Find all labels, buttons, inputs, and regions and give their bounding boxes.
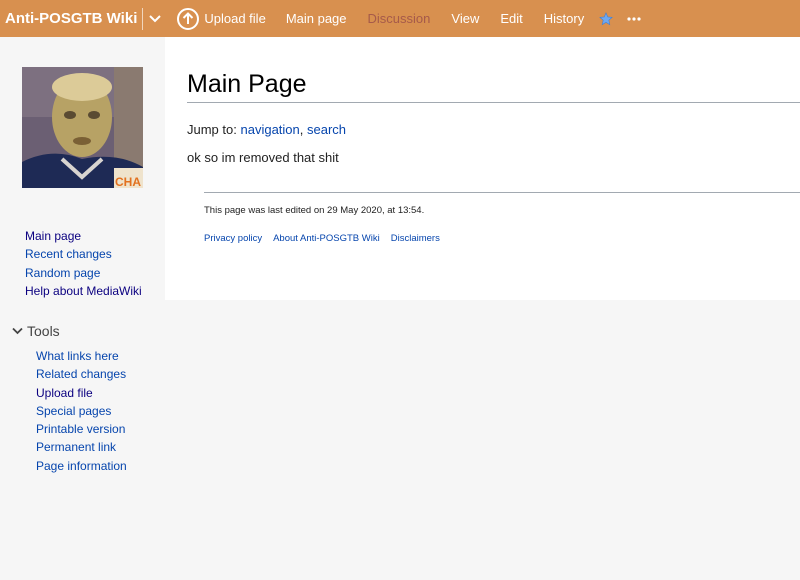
footer-links: Privacy policy About Anti-POSGTB Wiki Di… <box>204 233 451 244</box>
main-page-tab[interactable]: Main page <box>286 11 347 26</box>
history-tab[interactable]: History <box>544 11 584 26</box>
upload-file-label: Upload file <box>204 11 266 26</box>
privacy-policy-link[interactable]: Privacy policy <box>204 233 262 244</box>
jump-separator: , <box>299 122 304 137</box>
tools-label: Tools <box>27 323 60 339</box>
page-title: Main Page <box>187 70 307 98</box>
title-divider <box>187 102 800 103</box>
tools-list: What links here Related changes Upload f… <box>36 347 127 475</box>
tools-item-special-pages[interactable]: Special pages <box>36 402 127 420</box>
sidebar: CHA Main page Recent changes Random page… <box>0 37 165 580</box>
site-menu-button[interactable] <box>143 0 167 37</box>
sidebar-item-recent-changes[interactable]: Recent changes <box>25 245 142 263</box>
logo-text: CHA <box>115 175 141 188</box>
chevron-down-icon <box>149 14 162 22</box>
jump-to-label: Jump to: <box>187 122 237 137</box>
jump-search-link[interactable]: search <box>307 122 346 137</box>
tools-item-upload-file[interactable]: Upload file <box>36 384 127 402</box>
more-actions-button[interactable] <box>627 16 641 21</box>
tools-item-related-changes[interactable]: Related changes <box>36 365 127 383</box>
upload-file-button[interactable]: Upload file <box>177 7 266 30</box>
disclaimers-link[interactable]: Disclaimers <box>391 233 440 244</box>
last-modified-text: This page was last edited on 29 May 2020… <box>204 205 425 216</box>
tools-item-what-links-here[interactable]: What links here <box>36 347 127 365</box>
tools-toggle[interactable]: Tools <box>12 323 60 339</box>
site-logo[interactable]: CHA <box>22 67 143 188</box>
tools-item-printable-version[interactable]: Printable version <box>36 420 127 438</box>
discussion-tab[interactable]: Discussion <box>368 11 431 26</box>
edit-tab[interactable]: Edit <box>500 11 522 26</box>
content-area: Main Page Jump to: navigation, search ok… <box>165 37 800 300</box>
chevron-down-icon <box>12 327 23 335</box>
star-icon <box>599 11 614 25</box>
sidebar-item-help[interactable]: Help about MediaWiki <box>25 282 142 300</box>
site-name-link[interactable]: Anti-POSGTB Wiki <box>0 10 137 27</box>
about-link[interactable]: About Anti-POSGTB Wiki <box>273 233 380 244</box>
ellipsis-icon <box>627 16 641 21</box>
tools-item-permanent-link[interactable]: Permanent link <box>36 438 127 456</box>
sidebar-item-main-page[interactable]: Main page <box>25 227 142 245</box>
navigation-list: Main page Recent changes Random page Hel… <box>25 227 142 300</box>
upload-icon <box>177 7 200 30</box>
jump-to: Jump to: navigation, search <box>187 122 346 137</box>
footer-divider <box>204 192 800 193</box>
view-tab[interactable]: View <box>451 11 479 26</box>
page-actions: Main page Discussion View Edit History <box>266 11 584 26</box>
page-body-text: ok so im removed that shit <box>187 150 339 165</box>
watch-button[interactable] <box>599 11 614 26</box>
tools-item-page-information[interactable]: Page information <box>36 457 127 475</box>
sidebar-item-random-page[interactable]: Random page <box>25 264 142 282</box>
jump-navigation-link[interactable]: navigation <box>240 122 299 137</box>
top-bar: Anti-POSGTB Wiki Upload file Main page D… <box>0 0 800 37</box>
